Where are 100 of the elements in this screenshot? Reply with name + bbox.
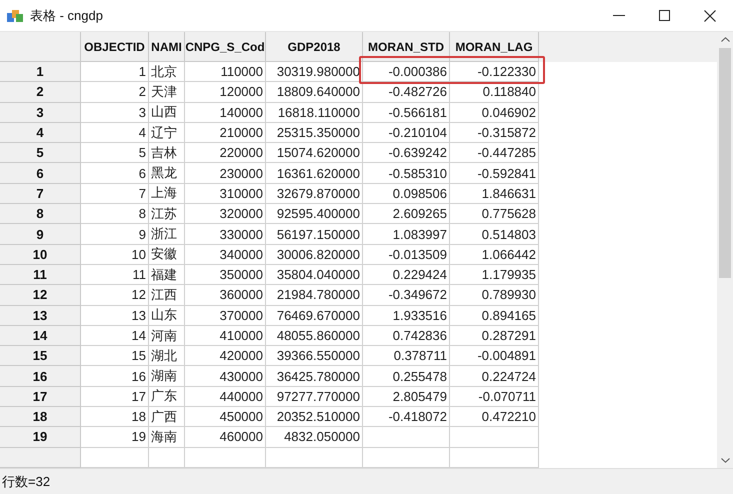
table-cell: 15074.620000 — [266, 143, 363, 164]
table-cell: 0.224724 — [450, 366, 539, 387]
table-cell: 江西 — [149, 285, 185, 306]
table-cell: 360000 — [185, 285, 266, 306]
table-cell: -0.585310 — [363, 163, 450, 184]
row-header[interactable]: 4 — [0, 122, 81, 144]
table-cell: 福建 — [149, 264, 185, 286]
table-cell: 92595.400000 — [266, 204, 363, 224]
table-cell: 21984.780000 — [266, 285, 363, 306]
row-header[interactable]: 15 — [0, 346, 81, 366]
table-cell: 210000 — [185, 122, 266, 144]
table-cell: 230000 — [185, 163, 266, 184]
table-cell: 15 — [81, 346, 149, 366]
table-cell: 220000 — [185, 143, 266, 164]
table-cell: 420000 — [185, 346, 266, 366]
table-cell: 海南 — [149, 427, 185, 448]
table-cell: 310000 — [185, 184, 266, 204]
table-cell: 6 — [81, 163, 149, 184]
table-cell: 48055.860000 — [266, 326, 363, 346]
table-cell: 湖南 — [149, 366, 185, 387]
table-cell: 3 — [81, 102, 149, 123]
table-cell: 370000 — [185, 306, 266, 326]
row-header[interactable]: 11 — [0, 264, 81, 286]
column-header[interactable]: GDP2018 — [266, 32, 363, 62]
minimize-icon[interactable] — [613, 14, 625, 16]
table-cell: 18809.640000 — [266, 82, 363, 103]
row-header[interactable]: 5 — [0, 143, 81, 164]
table-cell: 16 — [81, 366, 149, 387]
table-cell: 湖北 — [149, 346, 185, 366]
table-cell: 山西 — [149, 102, 185, 123]
table-cell: 97277.770000 — [266, 386, 363, 408]
table-cell: 30319.980000 — [266, 62, 363, 82]
row-header[interactable]: 7 — [0, 184, 81, 204]
table-cell: 0.472210 — [450, 407, 539, 428]
row-header[interactable]: 10 — [0, 244, 81, 265]
table-cell: -0.070711 — [450, 386, 539, 408]
row-header[interactable]: 19 — [0, 427, 81, 448]
scroll-thumb[interactable] — [719, 48, 731, 278]
row-header[interactable]: 9 — [0, 224, 81, 245]
column-header[interactable]: CNPG_S_Cod — [185, 32, 266, 62]
row-header[interactable]: 13 — [0, 306, 81, 326]
table-cell: 0.742836 — [363, 326, 450, 346]
row-header[interactable]: 12 — [0, 285, 81, 306]
table-cell: 19 — [81, 427, 149, 448]
table-cell: -0.482726 — [363, 82, 450, 103]
table-cell: 0.098506 — [363, 184, 450, 204]
scroll-up-icon[interactable] — [720, 37, 730, 42]
table-cell: -0.418072 — [363, 407, 450, 428]
row-header[interactable]: 14 — [0, 326, 81, 346]
table-cell: -0.566181 — [363, 102, 450, 123]
scrollbar[interactable] — [717, 32, 733, 468]
row-header[interactable]: 16 — [0, 366, 81, 387]
row-header[interactable]: 2 — [0, 82, 81, 103]
column-header[interactable]: MORAN_STD — [363, 32, 450, 62]
column-header[interactable]: NAMI — [149, 32, 185, 62]
table-cell: 2.805479 — [363, 386, 450, 408]
table-cell: 460000 — [185, 427, 266, 448]
table-cell: -0.592841 — [450, 163, 539, 184]
table-cell: 1.066442 — [450, 244, 539, 265]
table-cell: 1.846631 — [450, 184, 539, 204]
table-cell: -0.447285 — [450, 143, 539, 164]
row-header[interactable]: 17 — [0, 386, 81, 408]
table-cell: 12 — [81, 285, 149, 306]
table-cell: 2 — [81, 82, 149, 103]
row-header[interactable]: 6 — [0, 163, 81, 184]
table-cell: 20352.510000 — [266, 407, 363, 428]
table-cell: 1.179935 — [450, 264, 539, 286]
column-header[interactable]: MORAN_LAG — [450, 32, 539, 62]
row-header[interactable]: 18 — [0, 407, 81, 428]
table-cell: 河南 — [149, 326, 185, 346]
row-header[interactable]: 3 — [0, 102, 81, 123]
scroll-down-icon[interactable] — [720, 458, 730, 463]
table-cell: 76469.670000 — [266, 306, 363, 326]
table-cell: -0.349672 — [363, 285, 450, 306]
table-cell: 10 — [81, 244, 149, 265]
table-cell: 江苏 — [149, 204, 185, 224]
table-cell: 0.229424 — [363, 264, 450, 286]
table-cell: 8 — [81, 204, 149, 224]
row-header[interactable]: 8 — [0, 204, 81, 224]
table-cell: 0.514803 — [450, 224, 539, 245]
table-cell: 13 — [81, 306, 149, 326]
table-cell: 黑龙 — [149, 163, 185, 184]
table-cell: 山东 — [149, 306, 185, 326]
table-cell: 辽宁 — [149, 122, 185, 144]
table-cell: 上海 — [149, 184, 185, 204]
table-cell: 450000 — [185, 407, 266, 428]
table-cell: -0.013509 — [363, 244, 450, 265]
row-header[interactable]: 1 — [0, 62, 81, 82]
table-cell: 4 — [81, 122, 149, 144]
close-icon[interactable] — [704, 10, 716, 22]
maximize-icon[interactable] — [659, 10, 670, 21]
table-cell: 14 — [81, 326, 149, 346]
window-title: 表格 - cngdp — [30, 6, 103, 24]
table-cell: 0.894165 — [450, 306, 539, 326]
column-header[interactable]: OBJECTID — [81, 32, 149, 62]
table-cell: 36425.780000 — [266, 366, 363, 387]
table-cell: 1.083997 — [363, 224, 450, 245]
table-cell: 1.933516 — [363, 306, 450, 326]
table-cell: 北京 — [149, 62, 185, 82]
table-cell: 120000 — [185, 82, 266, 103]
